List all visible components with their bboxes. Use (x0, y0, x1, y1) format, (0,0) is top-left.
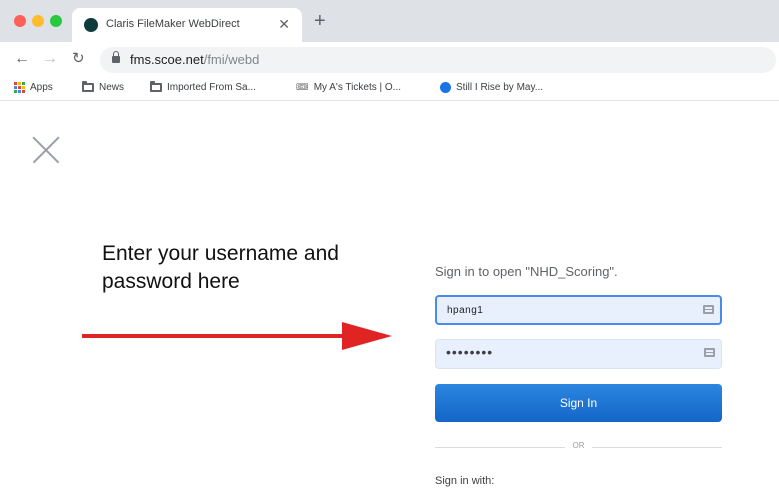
sign-in-button[interactable]: Sign In (435, 384, 722, 422)
bookmark-apps[interactable]: Apps (14, 82, 53, 93)
lock-icon[interactable] (112, 51, 120, 63)
bookmarks-bar: Apps News Imported From Sa... 🎟 My A's Ti… (0, 78, 779, 101)
forward-arrow-icon[interactable]: → (42, 50, 58, 68)
apps-grid-icon (14, 82, 25, 93)
tab-title: Claris FileMaker WebDirect (106, 18, 240, 30)
folder-icon (150, 80, 162, 92)
window-close-button[interactable] (14, 15, 26, 27)
window-maximize-button[interactable] (50, 15, 62, 27)
username-value: hpang1 (447, 305, 484, 316)
address-bar[interactable]: fms.scoe.net/fmi/webd (100, 47, 776, 73)
close-icon[interactable] (32, 136, 60, 164)
sign-in-with-label: Sign in with: (435, 475, 495, 487)
url-host: fms.scoe.net (130, 52, 204, 67)
bookmark-label: Imported From Sa... (167, 82, 256, 93)
url-text[interactable]: fms.scoe.net/fmi/webd (130, 52, 259, 67)
bookmark-news[interactable]: News (82, 80, 125, 93)
keychain-icon[interactable] (703, 305, 714, 314)
bookmark-label: Apps (30, 82, 53, 94)
password-field[interactable]: •••••••• (435, 339, 722, 369)
bookmark-label: My A's Tickets | O... (313, 82, 402, 94)
bookmark-label: News (99, 82, 125, 93)
active-tab[interactable]: Claris FileMaker WebDirect ✕ (72, 8, 302, 42)
bookmark-label: Still I Rise by May... (456, 82, 544, 94)
window-minimize-button[interactable] (32, 15, 44, 27)
or-divider: OR (435, 441, 722, 450)
signin-title: Sign in to open "NHD_Scoring". (435, 264, 618, 279)
tab-close-icon[interactable]: ✕ (278, 16, 290, 33)
bookmark-tickets[interactable]: 🎟 My A's Tickets | O... (296, 82, 401, 93)
tab-bar: Claris FileMaker WebDirect ✕ + (0, 0, 779, 42)
instruction-annotation: Enter your username and password here (102, 242, 339, 293)
username-field[interactable]: hpang1 (435, 295, 722, 325)
reload-icon[interactable]: ↻ (72, 50, 85, 68)
new-tab-icon[interactable]: + (314, 11, 326, 31)
bookmark-still-i-rise[interactable]: Still I Rise by May... (440, 82, 543, 93)
url-path: /fmi/webd (203, 52, 260, 67)
password-mask: •••••••• (446, 344, 494, 360)
ticket-icon: 🎟 (296, 82, 309, 93)
browser-toolbar: ← → ↻ fms.scoe.net/fmi/webd (0, 42, 779, 78)
back-arrow-icon[interactable]: ← (14, 50, 30, 68)
red-arrow-icon (82, 322, 392, 350)
keychain-icon[interactable] (704, 348, 715, 357)
bookmark-imported[interactable]: Imported From Sa... (150, 80, 256, 93)
folder-icon (82, 80, 94, 92)
globe-icon (440, 82, 451, 93)
filemaker-favicon-icon (84, 18, 98, 32)
or-label: OR (572, 441, 585, 450)
